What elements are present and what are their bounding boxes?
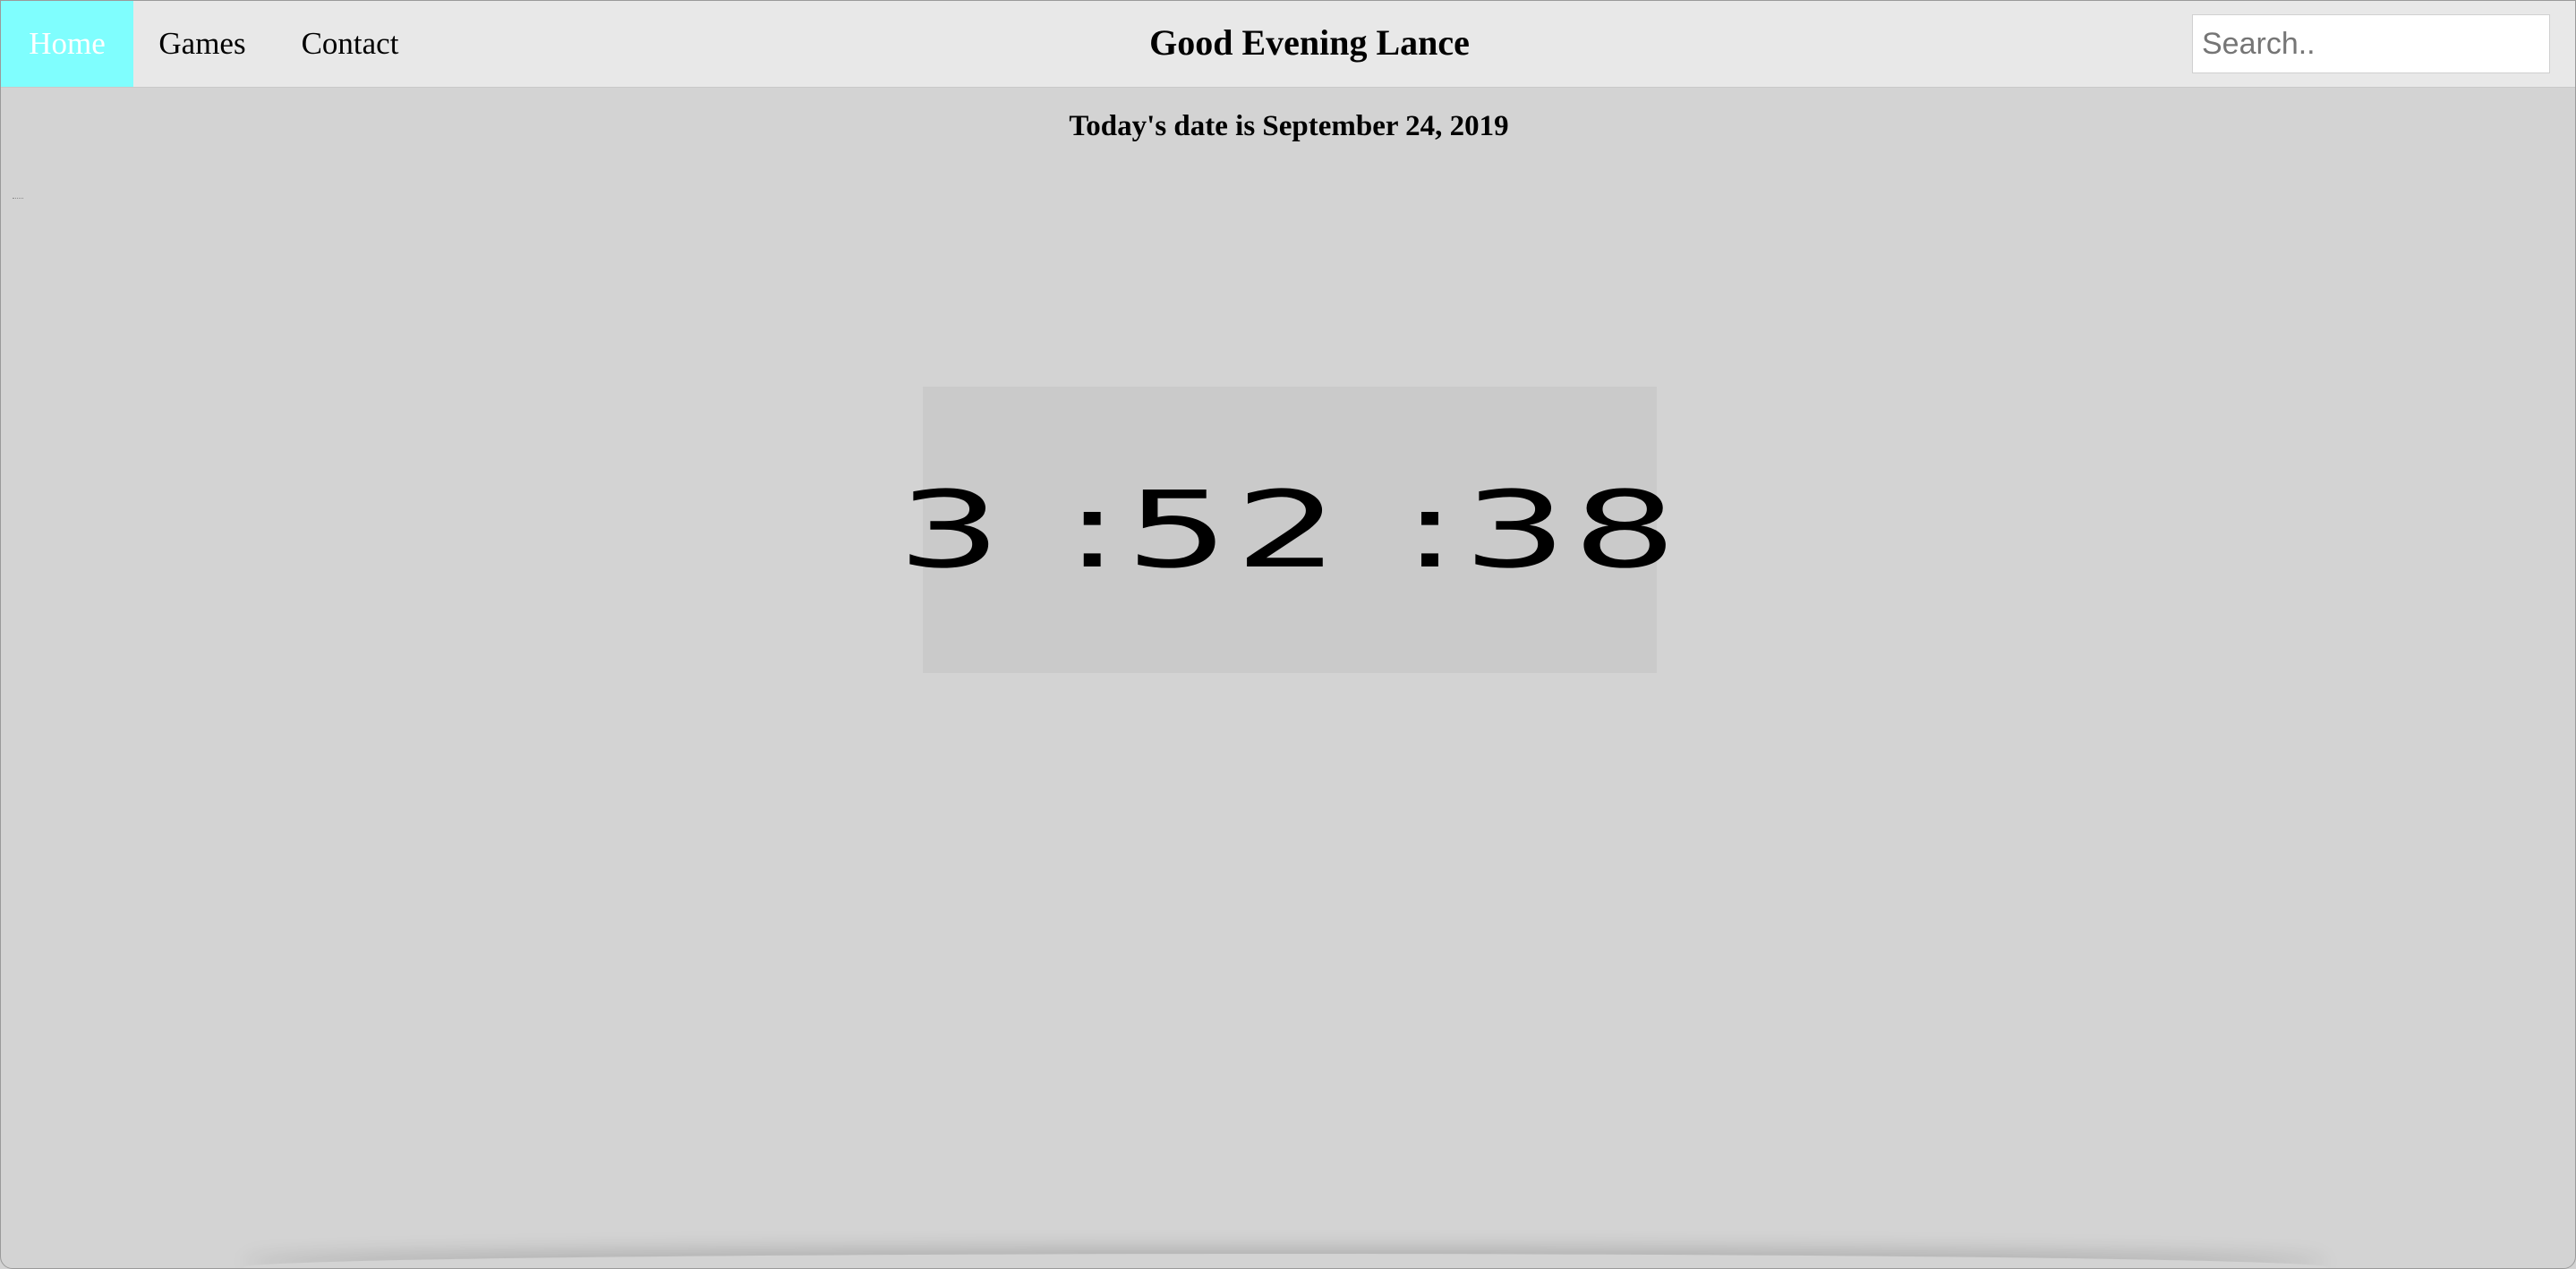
bottom-shadow-decoration (243, 1254, 2328, 1268)
search-input[interactable] (2192, 14, 2550, 73)
date-heading: Today's date is September 24, 2019 (1069, 110, 1509, 142)
clock-time-display: 3 :52 :38 (897, 468, 1683, 592)
nav-games-link[interactable]: Games (133, 1, 271, 87)
top-navbar: Home Games Contact Good Evening Lance (1, 1, 2575, 88)
digital-clock-panel: 3 :52 :38 (897, 387, 1676, 673)
browser-viewport: Home Games Contact Good Evening Lance To… (0, 0, 2576, 1269)
nav-home-link[interactable]: Home (1, 1, 133, 87)
nav-contact-link[interactable]: Contact (271, 1, 429, 87)
broken-image-placeholder (13, 194, 23, 199)
greeting-title: Good Evening Lance (1149, 22, 1470, 63)
